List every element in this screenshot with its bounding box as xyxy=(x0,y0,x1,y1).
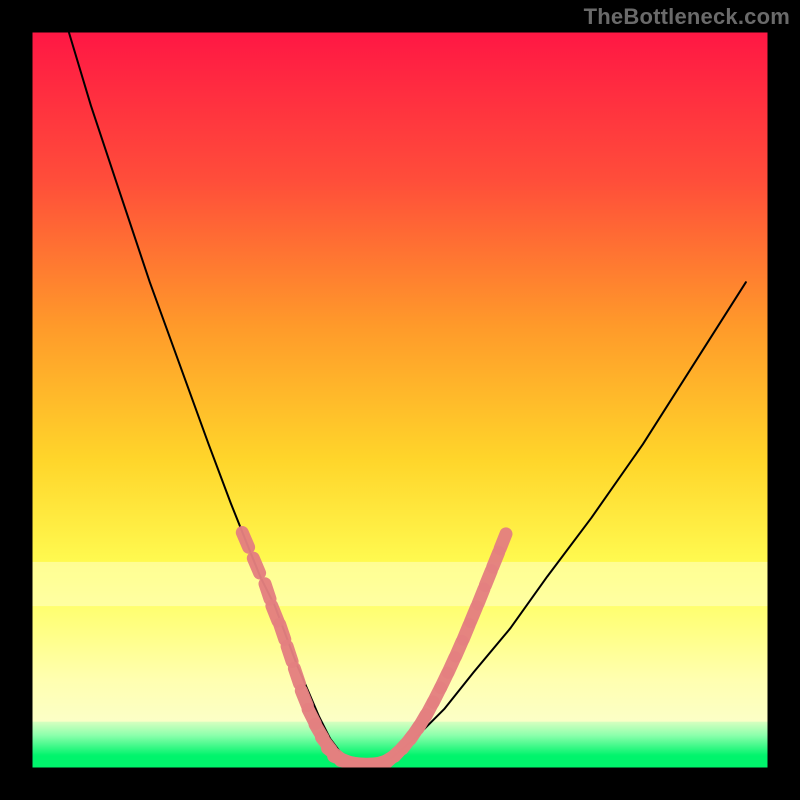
marker-capsule xyxy=(294,668,299,683)
marker-capsule xyxy=(500,534,506,549)
marker-capsule xyxy=(253,558,259,573)
chart-frame: TheBottleneck.com xyxy=(0,0,800,800)
watermark-text: TheBottleneck.com xyxy=(584,4,790,30)
marker-capsule xyxy=(287,646,292,661)
pale-band xyxy=(32,562,768,606)
marker-capsule xyxy=(280,624,285,639)
marker-capsule xyxy=(265,584,270,599)
plot-area xyxy=(0,0,800,800)
bottleneck-chart xyxy=(0,0,800,800)
marker-capsule xyxy=(242,533,248,548)
gradient-background xyxy=(32,32,768,768)
